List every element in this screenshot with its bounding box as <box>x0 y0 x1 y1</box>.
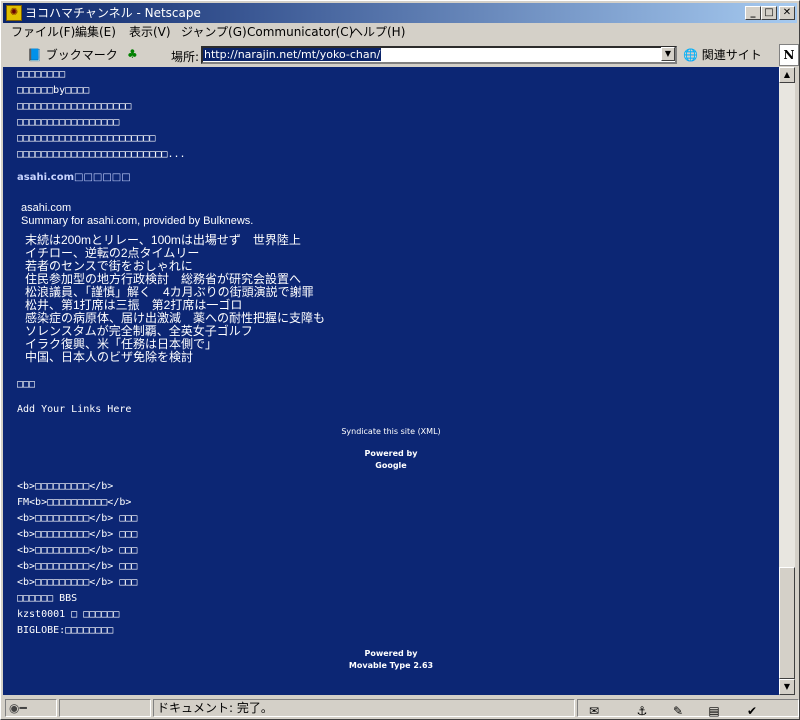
url-input[interactable]: http://narajin.net/mt/yoko-chan/ <box>201 46 677 64</box>
security-indicator[interactable]: ◉━ <box>5 699 57 717</box>
composer-icon[interactable]: ▤ <box>706 703 722 719</box>
powered-by-text: Powered by <box>364 449 418 458</box>
edit-icon[interactable]: ✔ <box>744 703 760 719</box>
menu-go[interactable]: ジャンプ(G) <box>181 23 247 41</box>
entry-line[interactable]: □□□□□□by□□□□ <box>17 85 89 96</box>
component-bar: ✉ ⚓ ✎ ▤ ✔ <box>577 699 799 719</box>
menu-bar: ファイル(F) 編集(E) 表示(V) ジャンプ(G) Communicator… <box>3 23 799 41</box>
bottom-link[interactable]: <b>□□□□□□□□□</b> □□□ <box>17 561 137 572</box>
progress-area <box>59 699 151 717</box>
close-button[interactable]: ✕ <box>779 6 795 20</box>
movable-type-link[interactable]: Movable Type 2.63 <box>3 661 779 670</box>
mail-icon[interactable]: ✉ <box>586 703 602 719</box>
lock-icon: ◉━ <box>9 701 27 715</box>
messenger-icon[interactable]: ✎ <box>670 703 686 719</box>
bottom-link[interactable]: <b>□□□□□□□□□</b> □□□ <box>17 513 137 524</box>
maximize-button[interactable]: □ <box>761 6 777 20</box>
url-dropdown-button[interactable]: ▼ <box>661 47 675 61</box>
syndicate-link[interactable]: Syndicate this site (XML) <box>3 427 779 436</box>
bottom-link[interactable]: <b>□□□□□□□□□</b> □□□ <box>17 529 137 540</box>
netscape-logo[interactable]: N <box>779 44 799 66</box>
bottom-link[interactable]: <b>□□□□□□□□□</b> □□□ <box>17 577 137 588</box>
entry-line[interactable]: □□□□□□□□ <box>17 69 65 80</box>
scroll-down-button[interactable]: ▼ <box>779 679 795 695</box>
related-sites-button[interactable]: 🌐 関連サイト <box>683 46 762 64</box>
bottom-link[interactable]: FM<b>□□□□□□□□□□</b> <box>17 497 131 508</box>
globe-icon: 🌐 <box>683 48 698 62</box>
bottom-link[interactable]: □□□□□□ BBS <box>17 593 77 604</box>
entry-line[interactable]: □□□□□□□□□□□□□□□□□□□□□□□□□... <box>17 149 186 160</box>
url-text: http://narajin.net/mt/yoko-chan/ <box>203 48 382 61</box>
scroll-thumb[interactable] <box>779 567 795 679</box>
menu-view[interactable]: 表示(V) <box>129 23 171 41</box>
title-bar: ✺ ヨコハマチャンネル - Netscape _ □ ✕ <box>3 3 797 23</box>
google-link[interactable]: Google <box>3 461 779 470</box>
minimize-button[interactable]: _ <box>745 6 761 20</box>
browser-window: ✺ ヨコハマチャンネル - Netscape _ □ ✕ ファイル(F) 編集(… <box>0 0 800 720</box>
entry-line[interactable]: □□□□□□□□□□□□□□□□□□□ <box>17 101 131 112</box>
location-icon[interactable]: ♣ <box>127 47 138 61</box>
navigator-icon[interactable]: ⚓ <box>634 703 650 719</box>
related-sites-label: 関連サイト <box>701 48 762 62</box>
menu-file[interactable]: ファイル(F) <box>11 23 75 41</box>
location-toolbar: 📘 ブックマーク ♣ 場所: http://narajin.net/mt/yok… <box>3 43 799 67</box>
asahi-source[interactable]: asahi.com <box>21 202 71 214</box>
netscape-app-icon: ✺ <box>6 5 22 21</box>
bottom-link[interactable]: BIGLOBE:□□□□□□□□ <box>17 625 113 636</box>
status-bar: ◉━ ドキュメント: 完了。 ✉ ⚓ ✎ ▤ ✔ <box>3 697 799 719</box>
links-heading: □□□ <box>17 379 36 390</box>
window-title: ヨコハマチャンネル - Netscape <box>25 6 201 20</box>
entry-line[interactable]: □□□□□□□□□□□□□□□□□□□□□□□ <box>17 133 155 144</box>
scroll-up-button[interactable]: ▲ <box>779 67 795 83</box>
bottom-link[interactable]: <b>□□□□□□□□□</b> □□□ <box>17 545 137 556</box>
status-text: ドキュメント: 完了。 <box>153 699 575 717</box>
bookmarks-button[interactable]: 📘 ブックマーク <box>27 45 118 65</box>
page-content: □□□□□□□□ □□□□□□by□□□□ □□□□□□□□□□□□□□□□□□… <box>3 67 779 695</box>
bookmark-icon: 📘 <box>27 48 42 62</box>
asahi-heading: asahi.com□□□□□□ <box>17 172 131 183</box>
asahi-summary: Summary for asahi.com, provided by Bulkn… <box>21 215 254 227</box>
menu-communicator[interactable]: Communicator(C) <box>247 23 353 41</box>
entry-line[interactable]: □□□□□□□□□□□□□□□□□ <box>17 117 119 128</box>
vertical-scrollbar[interactable]: ▲ ▼ <box>779 67 795 695</box>
bottom-link[interactable]: kzst0001 □ □□□□□□ <box>17 609 119 620</box>
news-item[interactable]: 中国、日本人のビザ免除を検討 <box>25 351 193 364</box>
add-links-text[interactable]: Add Your Links Here <box>17 404 131 415</box>
location-label: 場所: <box>171 50 200 64</box>
powered-by-text: Powered by <box>364 649 418 658</box>
bottom-link[interactable]: <b>□□□□□□□□□</b> <box>17 481 113 492</box>
menu-edit[interactable]: 編集(E) <box>75 23 116 41</box>
menu-help[interactable]: ヘルプ(H) <box>351 23 405 41</box>
bookmarks-label: ブックマーク <box>45 48 118 62</box>
